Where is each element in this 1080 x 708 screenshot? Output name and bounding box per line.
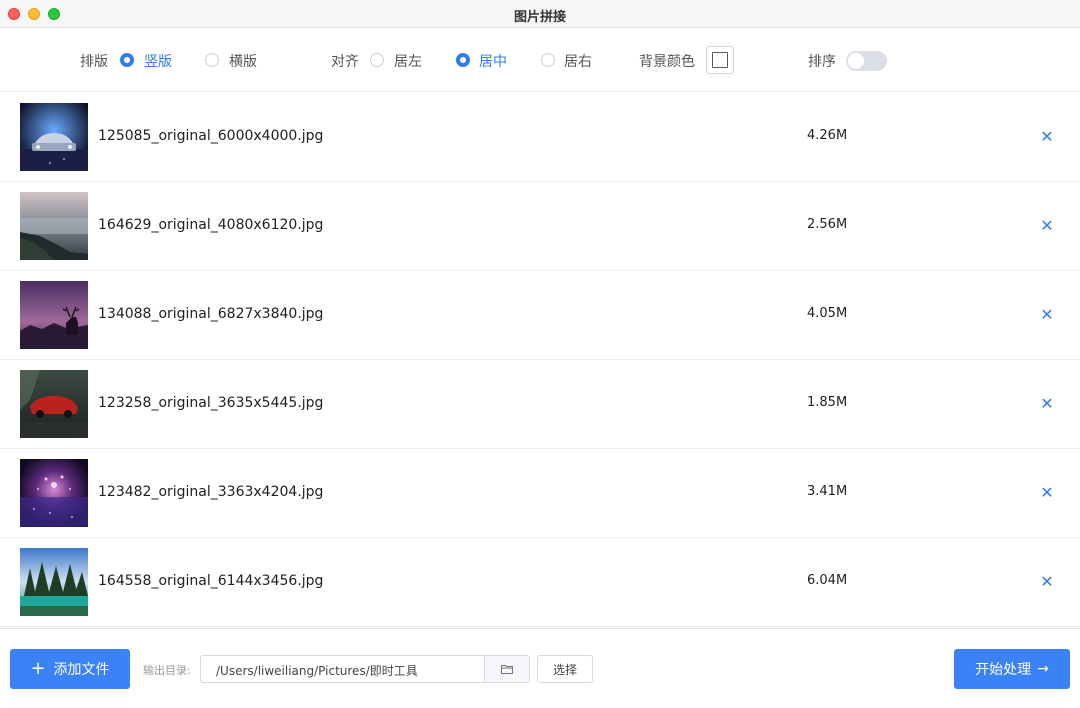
- file-row: 125085_original_6000x4000.jpg 4.26M ✕: [0, 93, 1080, 182]
- file-size: 6.04M: [807, 573, 848, 588]
- file-list: 125085_original_6000x4000.jpg 4.26M ✕ 16…: [0, 93, 1080, 627]
- folder-icon[interactable]: [484, 656, 529, 682]
- layout-horizontal-label[interactable]: 横版: [229, 51, 257, 71]
- remove-file-button[interactable]: ✕: [1040, 129, 1054, 145]
- background-color-swatch: [712, 52, 728, 68]
- file-size: 4.05M: [807, 306, 848, 321]
- remove-file-button[interactable]: ✕: [1040, 485, 1054, 501]
- background-color-label: 背景颜色: [639, 54, 695, 70]
- remove-file-button[interactable]: ✕: [1040, 396, 1054, 412]
- file-name: 164629_original_4080x6120.jpg: [98, 217, 324, 233]
- thumbnail-purple-lights: [20, 459, 88, 527]
- align-right-label[interactable]: 居右: [564, 51, 592, 71]
- file-row: 164558_original_6144x3456.jpg 6.04M ✕: [0, 538, 1080, 627]
- sort-label: 排序: [808, 54, 836, 70]
- file-name: 123258_original_3635x5445.jpg: [98, 395, 324, 411]
- thumbnail-sea-rocks: [20, 192, 88, 260]
- thumbnail-forest-lake: [20, 548, 88, 616]
- start-process-label: 开始处理: [975, 662, 1032, 678]
- file-size: 1.85M: [807, 395, 848, 410]
- thumbnail-deer-sunset: [20, 281, 88, 349]
- output-path-input[interactable]: /Users/liweiliang/Pictures/即时工具: [200, 655, 530, 683]
- file-row: 134088_original_6827x3840.jpg 4.05M ✕: [0, 271, 1080, 360]
- layout-vertical-label[interactable]: 竖版: [144, 51, 172, 71]
- background-color-picker[interactable]: [706, 46, 734, 74]
- options-bar: 排版 竖版 横版 对齐 居左 居中 居右 背景颜色 排序: [0, 29, 1080, 92]
- window-title: 图片拼接: [513, 10, 566, 25]
- choose-dir-button[interactable]: 选择: [537, 655, 593, 683]
- bottom-bar: + 添加文件 输出目录: /Users/liweiliang/Pictures/…: [0, 628, 1080, 708]
- file-name: 164558_original_6144x3456.jpg: [98, 573, 324, 589]
- file-row: 164629_original_4080x6120.jpg 2.56M ✕: [0, 182, 1080, 271]
- file-row: 123258_original_3635x5445.jpg 1.85M ✕: [0, 360, 1080, 449]
- file-size: 4.26M: [807, 128, 848, 143]
- thumbnail-car-night: [20, 103, 88, 171]
- file-row: 123482_original_3363x4204.jpg 3.41M ✕: [0, 449, 1080, 538]
- align-label: 对齐: [331, 54, 359, 70]
- arrow-right-icon: →: [1037, 661, 1049, 677]
- file-size: 2.56M: [807, 217, 848, 232]
- remove-file-button[interactable]: ✕: [1040, 307, 1054, 323]
- file-name: 125085_original_6000x4000.jpg: [98, 128, 324, 144]
- align-left-radio[interactable]: [370, 53, 384, 67]
- align-right-radio[interactable]: [541, 53, 555, 67]
- remove-file-button[interactable]: ✕: [1040, 574, 1054, 590]
- file-name: 123482_original_3363x4204.jpg: [98, 484, 324, 500]
- sort-toggle[interactable]: [846, 51, 887, 71]
- output-path-text: /Users/liweiliang/Pictures/即时工具: [216, 664, 418, 678]
- add-file-label: 添加文件: [53, 662, 110, 678]
- file-size: 3.41M: [807, 484, 848, 499]
- sort-toggle-knob: [848, 53, 864, 69]
- align-center-label[interactable]: 居中: [479, 51, 507, 71]
- align-center-radio[interactable]: [456, 53, 470, 67]
- layout-horizontal-radio[interactable]: [205, 53, 219, 67]
- align-left-label[interactable]: 居左: [394, 51, 422, 71]
- output-dir-label: 输出目录:: [143, 664, 191, 677]
- layout-label: 排版: [80, 54, 108, 70]
- layout-vertical-radio[interactable]: [120, 53, 134, 67]
- title-bar: 图片拼接: [0, 0, 1080, 28]
- thumbnail-red-car: [20, 370, 88, 438]
- add-file-button[interactable]: + 添加文件: [10, 649, 130, 689]
- file-name: 134088_original_6827x3840.jpg: [98, 306, 324, 322]
- remove-file-button[interactable]: ✕: [1040, 218, 1054, 234]
- start-process-button[interactable]: 开始处理 →: [954, 649, 1070, 689]
- plus-icon: +: [30, 658, 46, 679]
